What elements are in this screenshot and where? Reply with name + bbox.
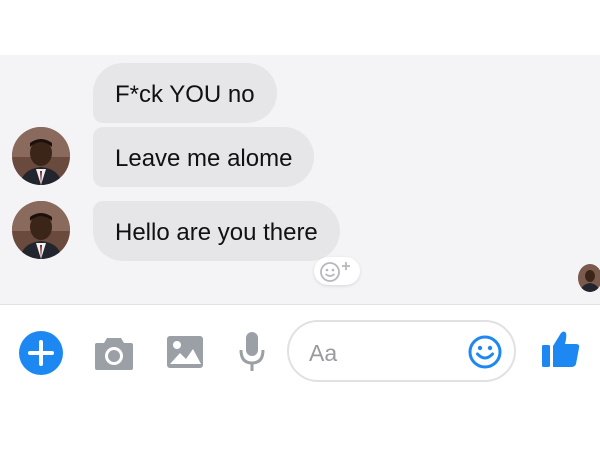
microphone-icon [239, 332, 265, 371]
sender-avatar[interactable] [12, 127, 70, 185]
thumbs-up-icon [542, 331, 580, 367]
read-receipt-avatar [578, 264, 600, 292]
microphone-button[interactable] [238, 330, 266, 374]
camera-icon [95, 338, 133, 370]
plus-icon [28, 340, 54, 366]
add-reaction-icon [320, 262, 350, 282]
camera-button[interactable] [93, 334, 135, 372]
avatar-image [578, 264, 600, 292]
message-bubble[interactable]: Hello are you there [93, 201, 340, 261]
add-reaction-button[interactable] [314, 257, 360, 285]
message-input-placeholder: Aa [309, 340, 338, 366]
composer-divider [0, 304, 600, 305]
like-button[interactable] [540, 328, 582, 370]
avatar-image [12, 201, 70, 259]
image-icon [167, 336, 203, 368]
message-bubble[interactable]: Leave me alome [93, 127, 315, 187]
smiley-icon [468, 335, 502, 369]
emoji-button[interactable] [467, 334, 503, 370]
sender-avatar[interactable] [12, 201, 70, 259]
avatar-image [12, 127, 70, 185]
message-bubble[interactable]: F*ck YOU no [93, 63, 277, 123]
add-more-button[interactable] [19, 331, 63, 375]
message-input[interactable]: Aa [287, 320, 516, 382]
gallery-button[interactable] [165, 334, 205, 370]
